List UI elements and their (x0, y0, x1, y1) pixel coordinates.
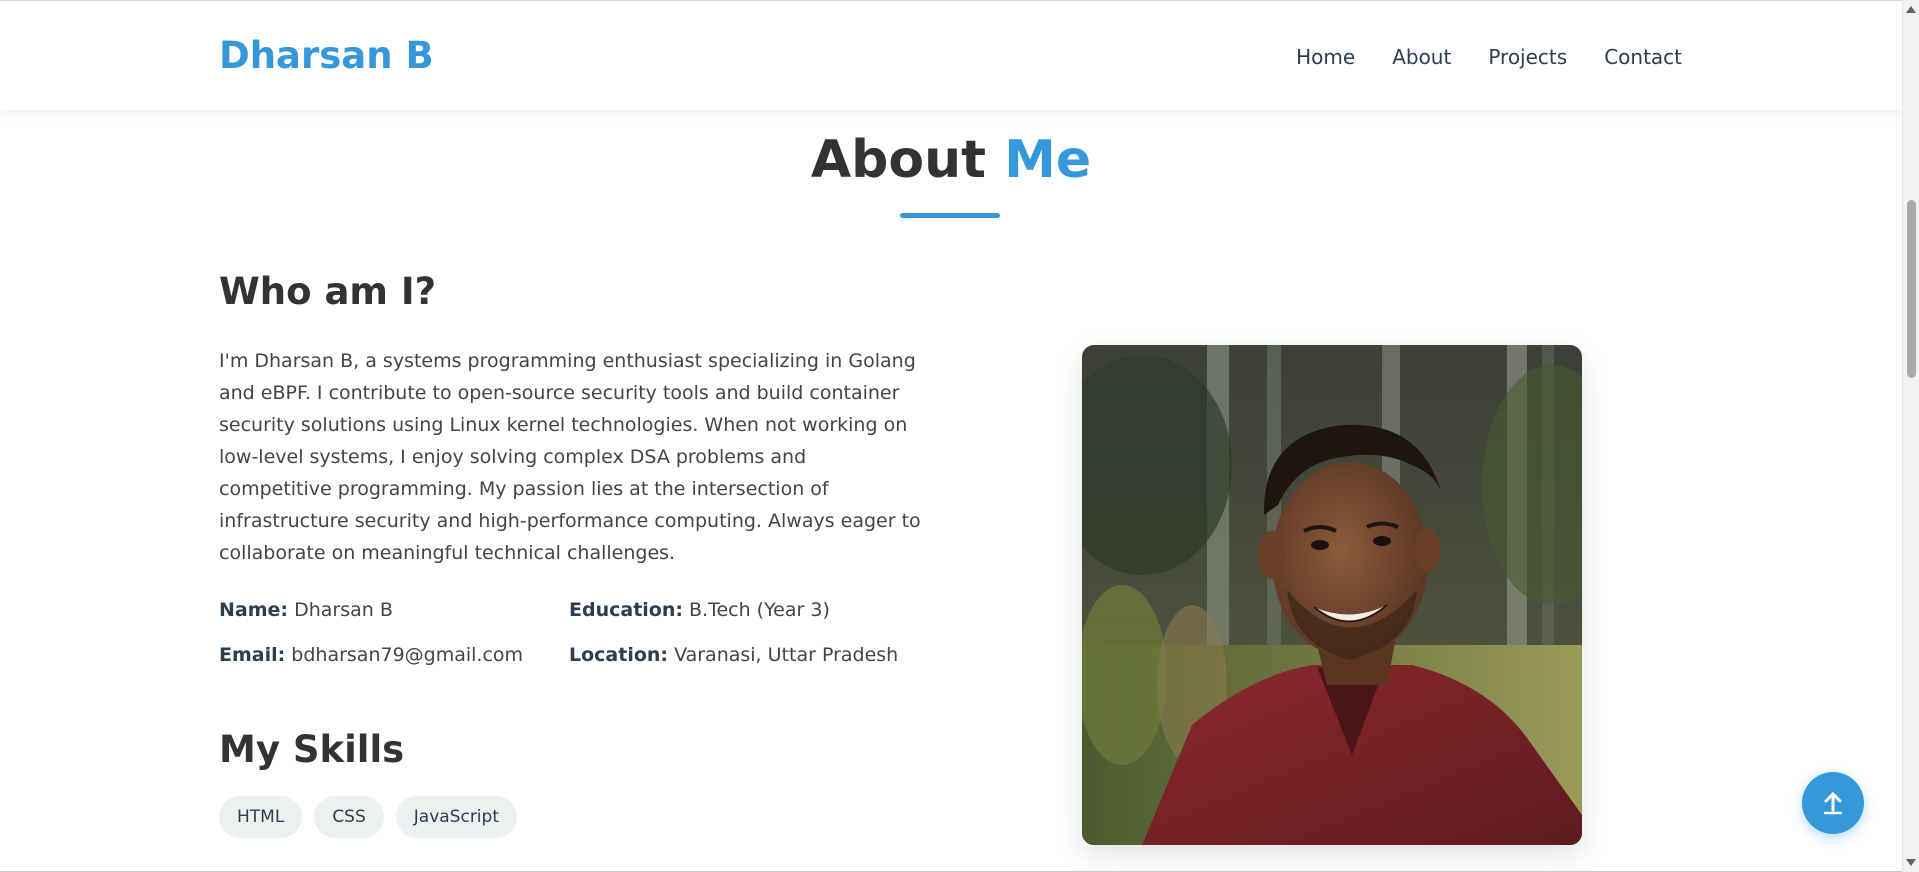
profile-photo (1082, 345, 1582, 845)
info-education-value: B.Tech (Year 3) (689, 599, 830, 621)
nav-home-link[interactable]: Home (1296, 45, 1355, 69)
info-name: Name: Dharsan B (219, 599, 393, 621)
who-am-i-heading: Who am I? (219, 270, 437, 313)
skill-tag-javascript: JavaScript (395, 796, 517, 838)
triangle-down-icon[interactable] (1906, 859, 1916, 866)
vertical-scrollbar[interactable] (1902, 0, 1919, 872)
nav-projects-link[interactable]: Projects (1488, 45, 1567, 69)
section-title: About Me (0, 130, 1902, 190)
skills-list: HTML CSS JavaScript (219, 796, 517, 838)
section-title-main: About (810, 130, 986, 190)
info-email-label: Email: (219, 644, 286, 666)
info-education-label: Education: (569, 599, 683, 621)
triangle-up-icon[interactable] (1906, 6, 1916, 13)
info-email-value: bdharsan79@gmail.com (291, 644, 524, 666)
title-underline (900, 213, 1000, 218)
bio-paragraph: I'm Dharsan B, a systems programming ent… (219, 350, 921, 564)
info-name-label: Name: (219, 599, 289, 621)
skill-tag-css: CSS (314, 796, 384, 838)
info-location-value: Varanasi, Uttar Pradesh (674, 644, 899, 666)
info-name-value: Dharsan B (294, 599, 393, 621)
info-location: Location: Varanasi, Uttar Pradesh (569, 644, 898, 666)
page: Dharsan B Home About Projects Contact Ab… (0, 0, 1919, 872)
info-location-label: Location: (569, 644, 669, 666)
brand-logo[interactable]: Dharsan B (219, 34, 434, 77)
arrow-up-icon (1823, 792, 1843, 815)
skills-heading: My Skills (219, 728, 405, 771)
nav-about-link[interactable]: About (1392, 45, 1451, 69)
nav-contact-link[interactable]: Contact (1604, 45, 1682, 69)
site-header: Dharsan B Home About Projects Contact (0, 0, 1902, 110)
skill-tag-html: HTML (219, 796, 303, 838)
scrollbar-thumb[interactable] (1907, 200, 1916, 378)
back-to-top-button[interactable] (1802, 772, 1864, 834)
info-education: Education: B.Tech (Year 3) (569, 599, 830, 621)
section-title-accent: Me (1004, 130, 1092, 190)
main-nav: Home About Projects Contact (1296, 45, 1682, 69)
info-email: Email: bdharsan79@gmail.com (219, 644, 523, 666)
